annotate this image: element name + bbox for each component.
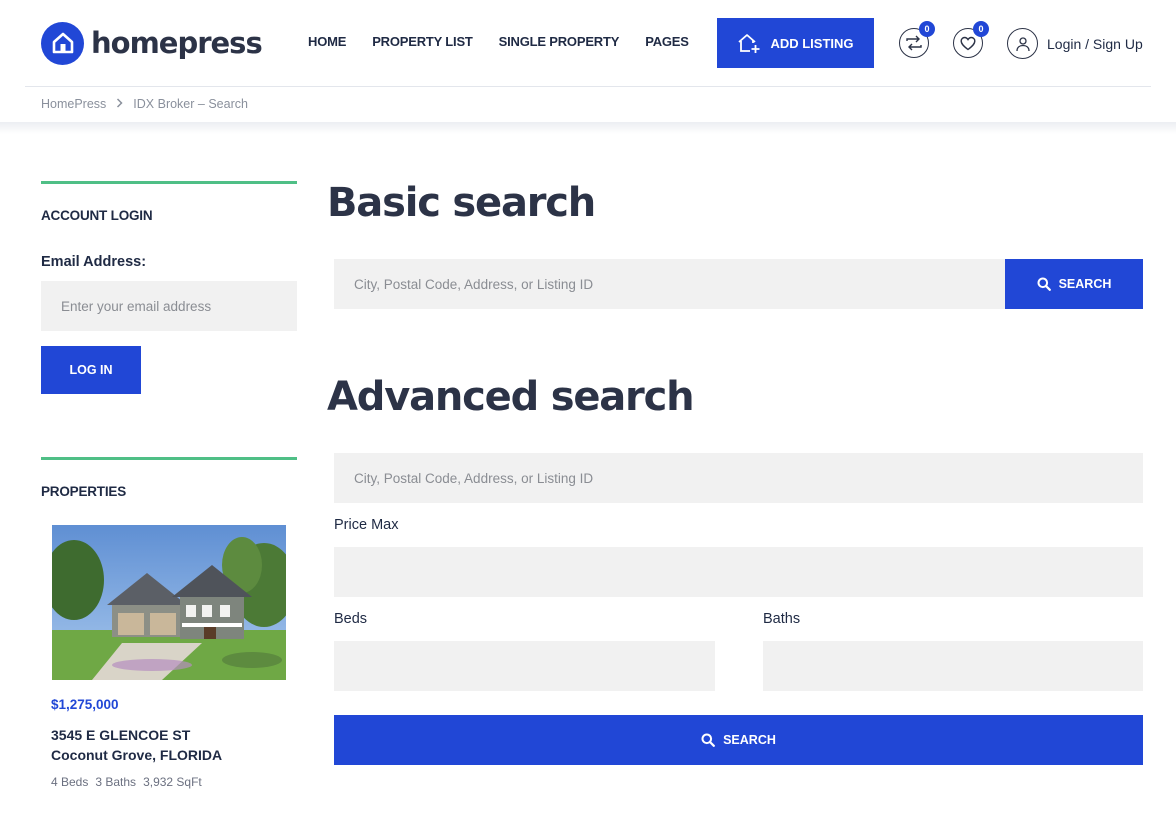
basic-search-title: Basic search <box>327 180 596 226</box>
user-icon <box>1007 28 1038 59</box>
property-sqft: 3,932 SqFt <box>143 775 202 789</box>
breadcrumb: HomePress IDX Broker – Search <box>41 97 248 111</box>
email-label: Email Address: <box>41 254 147 270</box>
header-shadow <box>0 122 1176 134</box>
nav-item-pages[interactable]: PAGES <box>645 34 689 49</box>
price-max-label: Price Max <box>334 517 399 533</box>
logo-text: homepress <box>91 26 263 60</box>
breadcrumb-home-link[interactable]: HomePress <box>41 97 106 111</box>
advanced-search-input[interactable] <box>334 453 1143 503</box>
search-icon <box>701 733 715 747</box>
add-listing-label: ADD LISTING <box>770 35 854 51</box>
property-address[interactable]: 3545 E GLENCOE ST Coconut Grove, FLORIDA <box>51 725 222 765</box>
advanced-search-button[interactable]: SEARCH <box>334 715 1143 765</box>
baths-label: Baths <box>763 611 801 627</box>
search-icon <box>1037 277 1051 291</box>
log-in-button[interactable]: LOG IN <box>41 346 141 394</box>
nav-item-property-list[interactable]: PROPERTY LIST <box>372 34 473 49</box>
site-header: homepress HOME PROPERTY LIST SINGLE PROP… <box>0 0 1176 87</box>
properties-title: PROPERTIES <box>41 484 127 499</box>
login-signup-label: Login / Sign Up <box>1047 35 1143 52</box>
property-photo[interactable] <box>52 525 286 680</box>
breadcrumb-current: IDX Broker – Search <box>133 97 248 111</box>
properties-widget-accent-bar <box>41 457 297 460</box>
property-meta: 4 Beds 3 Baths 3,932 SqFt <box>51 775 209 789</box>
nav-item-home[interactable]: HOME <box>308 34 346 49</box>
property-price: $1,275,000 <box>51 697 119 712</box>
property-address-line2: Coconut Grove, FLORIDA <box>51 747 223 763</box>
logo[interactable]: homepress <box>41 21 263 65</box>
property-baths: 3 Baths <box>95 775 137 789</box>
baths-field[interactable] <box>763 641 1143 691</box>
header-divider <box>25 86 1151 87</box>
compare-button[interactable]: 0 <box>899 21 935 58</box>
compare-count-badge: 0 <box>919 21 935 37</box>
house-logo-icon <box>41 21 84 65</box>
basic-search-button-label: SEARCH <box>1058 277 1112 291</box>
advanced-search-title: Advanced search <box>327 374 695 420</box>
beds-label: Beds <box>334 611 368 627</box>
add-home-icon <box>738 34 760 53</box>
account-login-title: ACCOUNT LOGIN <box>41 208 153 223</box>
nav-item-single-property[interactable]: SINGLE PROPERTY <box>499 34 620 49</box>
compare-arrows-icon <box>906 35 922 51</box>
price-max-field[interactable] <box>334 547 1143 597</box>
login-signup-link[interactable]: Login / Sign Up <box>1007 28 1143 59</box>
main-nav: HOME PROPERTY LIST SINGLE PROPERTY PAGES <box>308 34 715 49</box>
chevron-right-icon <box>116 97 123 111</box>
beds-field[interactable] <box>334 641 715 691</box>
advanced-search-button-label: SEARCH <box>723 733 776 747</box>
account-widget-accent-bar <box>41 181 297 184</box>
email-input[interactable] <box>41 281 297 331</box>
favorites-count-badge: 0 <box>973 21 989 37</box>
add-listing-button[interactable]: ADD LISTING <box>717 18 874 68</box>
property-address-line1: 3545 E GLENCOE ST <box>51 727 191 743</box>
basic-search-button[interactable]: SEARCH <box>1005 259 1143 309</box>
favorites-button[interactable]: 0 <box>953 21 989 58</box>
basic-search-input[interactable] <box>334 259 1005 309</box>
property-beds: 4 Beds <box>51 775 89 789</box>
heart-icon <box>960 36 976 50</box>
